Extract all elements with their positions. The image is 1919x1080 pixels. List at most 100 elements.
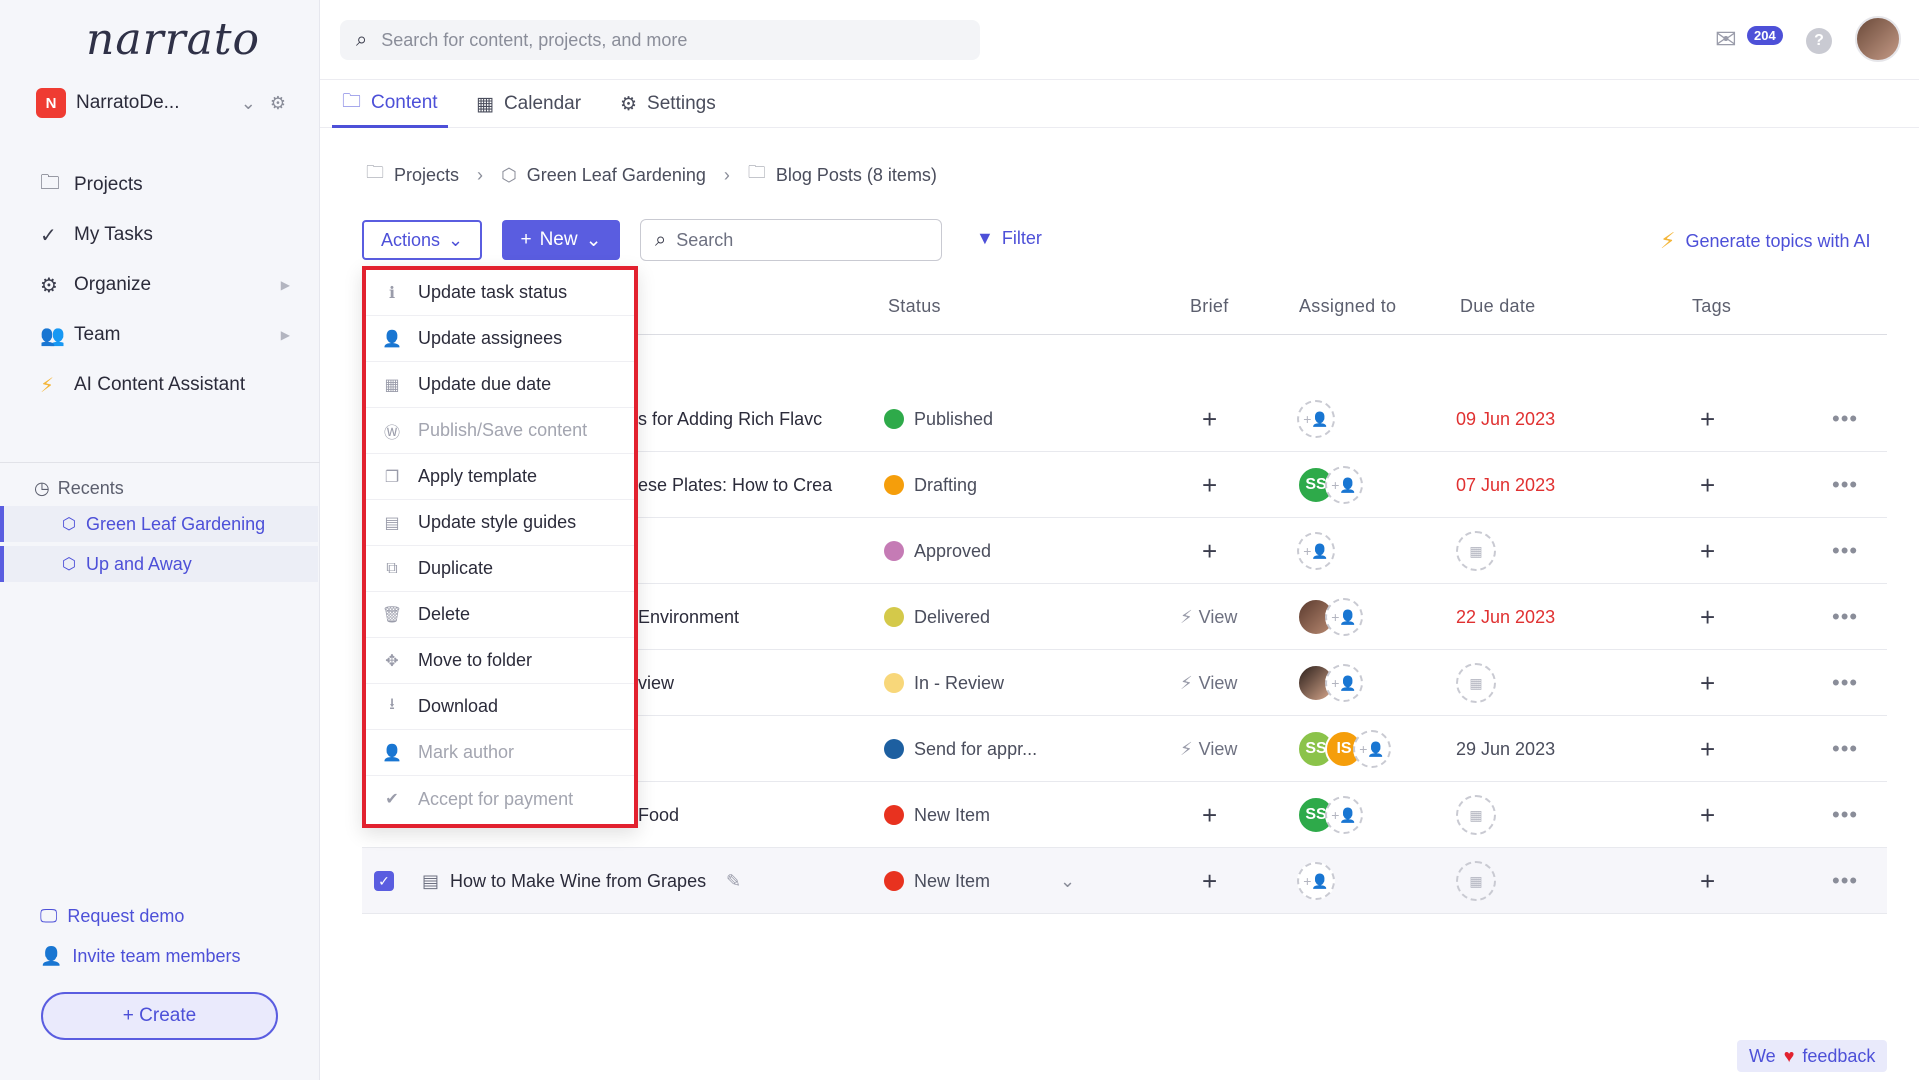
status-label[interactable]: Delivered: [914, 607, 990, 628]
recent-item-up-and-away[interactable]: ⬡ Up and Away: [0, 546, 318, 582]
due-date[interactable]: 07 Jun 2023: [1456, 452, 1555, 518]
menu-item-update-assignees[interactable]: 👤 Update assignees: [366, 316, 634, 362]
add-brief-button[interactable]: +: [1202, 386, 1217, 452]
status-label[interactable]: In - Review: [914, 673, 1004, 694]
menu-item-download[interactable]: ⭳ Download: [366, 684, 634, 730]
mail-icon[interactable]: ✉: [1715, 24, 1737, 55]
more-options-icon[interactable]: •••: [1832, 518, 1858, 584]
recent-item-green-leaf[interactable]: ⬡ Green Leaf Gardening: [0, 506, 318, 542]
menu-item-delete[interactable]: 🗑 Delete: [366, 592, 634, 638]
feedback-button[interactable]: We ♥ feedback: [1737, 1040, 1888, 1072]
sidebar-item-team[interactable]: 👥 Team ▶: [40, 310, 290, 360]
view-brief-link[interactable]: ⚡ View: [1180, 584, 1237, 650]
gear-icon[interactable]: ⚙: [270, 93, 286, 114]
add-tag-button[interactable]: +: [1700, 782, 1715, 848]
content-search-input[interactable]: ⌕ Search: [640, 219, 942, 261]
assign-user-icon[interactable]: +👤: [1297, 400, 1335, 438]
status-label[interactable]: Approved: [914, 541, 991, 562]
more-options-icon[interactable]: •••: [1832, 584, 1858, 650]
assign-user-icon[interactable]: +👤: [1325, 598, 1363, 636]
more-options-icon[interactable]: •••: [1832, 452, 1858, 518]
more-options-icon[interactable]: •••: [1832, 782, 1858, 848]
status-dropdown-icon[interactable]: ⌄: [1060, 848, 1075, 914]
tab-calendar[interactable]: ▦ Calendar: [476, 80, 581, 128]
status-label[interactable]: Drafting: [914, 475, 977, 496]
view-brief-link[interactable]: ⚡ View: [1180, 716, 1237, 782]
add-brief-button[interactable]: +: [1202, 848, 1217, 914]
chevron-down-icon[interactable]: ⌄: [241, 93, 256, 114]
add-tag-button[interactable]: +: [1700, 386, 1715, 452]
sidebar-item-my-tasks[interactable]: ✓ My Tasks: [40, 210, 290, 260]
add-brief-button[interactable]: +: [1202, 518, 1217, 584]
more-options-icon[interactable]: •••: [1832, 716, 1858, 782]
global-search-input[interactable]: ⌕ Search for content, projects, and more: [340, 20, 980, 60]
assign-user-icon[interactable]: +👤: [1297, 862, 1335, 900]
status-label[interactable]: Send for appr...: [914, 739, 1037, 760]
due-date[interactable]: 22 Jun 2023: [1456, 584, 1555, 650]
sidebar-item-projects[interactable]: 🗀 Projects: [40, 160, 290, 210]
feedback-we: We: [1749, 1045, 1776, 1066]
status-label[interactable]: New Item: [914, 871, 990, 892]
menu-item-update-task-status[interactable]: ℹ Update task status: [366, 270, 634, 316]
column-header-assigned[interactable]: Assigned to: [1299, 296, 1396, 317]
assign-user-icon[interactable]: +👤: [1325, 796, 1363, 834]
table-row[interactable]: ✓ ▤ How to Make Wine from Grapes ✎ New I…: [362, 848, 1887, 914]
row-title[interactable]: ese Plates: How to Crea: [638, 452, 832, 518]
invite-members-link[interactable]: 👤 Invite team members: [40, 946, 240, 967]
row-title[interactable]: Food: [638, 782, 679, 848]
assign-user-icon[interactable]: +👤: [1325, 664, 1363, 702]
menu-item-move-to-folder[interactable]: ✥ Move to folder: [366, 638, 634, 684]
generate-topics-button[interactable]: ⚡ Generate topics with AI: [1660, 228, 1871, 254]
add-tag-button[interactable]: +: [1700, 518, 1715, 584]
set-due-date-icon[interactable]: ▦: [1456, 663, 1496, 703]
set-due-date-icon[interactable]: ▦: [1456, 531, 1496, 571]
menu-item-apply-template[interactable]: ❐ Apply template: [366, 454, 634, 500]
row-title[interactable]: s for Adding Rich Flavc: [638, 386, 822, 452]
assign-user-icon[interactable]: +👤: [1297, 532, 1335, 570]
narrato-logo[interactable]: narrato: [86, 14, 260, 65]
add-tag-button[interactable]: +: [1700, 650, 1715, 716]
add-tag-button[interactable]: +: [1700, 584, 1715, 650]
create-button[interactable]: + Create: [41, 992, 278, 1040]
add-tag-button[interactable]: +: [1700, 848, 1715, 914]
actions-button[interactable]: Actions ⌄: [362, 220, 482, 260]
column-header-due[interactable]: Due date: [1460, 296, 1535, 317]
more-options-icon[interactable]: •••: [1832, 386, 1858, 452]
edit-icon[interactable]: ✎: [726, 848, 741, 914]
add-brief-button[interactable]: +: [1202, 452, 1217, 518]
menu-item-update-due-date[interactable]: ▦ Update due date: [366, 362, 634, 408]
more-options-icon[interactable]: •••: [1832, 650, 1858, 716]
add-tag-button[interactable]: +: [1700, 716, 1715, 782]
add-brief-button[interactable]: +: [1202, 782, 1217, 848]
due-date[interactable]: 29 Jun 2023: [1456, 716, 1555, 782]
more-options-icon[interactable]: •••: [1832, 848, 1858, 914]
sidebar-item-organize[interactable]: ⚙ Organize ▶: [40, 260, 290, 310]
add-tag-button[interactable]: +: [1700, 452, 1715, 518]
menu-item-update-style-guides[interactable]: ▤ Update style guides: [366, 500, 634, 546]
tab-settings[interactable]: ⚙ Settings: [620, 80, 716, 128]
view-brief-link[interactable]: ⚡ View: [1180, 650, 1237, 716]
request-demo-link[interactable]: 🖵 Request demo: [40, 906, 184, 927]
menu-item-duplicate[interactable]: ⧉ Duplicate: [366, 546, 634, 592]
row-title[interactable]: view: [638, 650, 674, 716]
row-title[interactable]: Environment: [638, 584, 739, 650]
filter-button[interactable]: ▼ Filter: [976, 228, 1042, 249]
row-checkbox[interactable]: ✓: [374, 871, 394, 891]
assign-user-icon[interactable]: +👤: [1325, 466, 1363, 504]
status-label[interactable]: Published: [914, 409, 993, 430]
breadcrumb-project[interactable]: Green Leaf Gardening: [527, 165, 706, 186]
workspace-switcher[interactable]: N NarratoDe... ⌄ ⚙: [36, 88, 286, 118]
assign-user-icon[interactable]: +👤: [1353, 730, 1391, 768]
tab-content[interactable]: 🗀 Content: [332, 80, 448, 128]
set-due-date-icon[interactable]: ▦: [1456, 795, 1496, 835]
set-due-date-icon[interactable]: ▦: [1456, 861, 1496, 901]
new-button[interactable]: + New ⌄: [502, 220, 620, 260]
due-date[interactable]: 09 Jun 2023: [1456, 386, 1555, 452]
column-header-status[interactable]: Status: [888, 296, 941, 317]
breadcrumb-projects[interactable]: Projects: [394, 165, 459, 186]
status-label[interactable]: New Item: [914, 805, 990, 826]
help-icon[interactable]: ?: [1806, 28, 1832, 54]
sidebar-item-ai-assistant[interactable]: ⚡ AI Content Assistant: [40, 360, 290, 410]
user-avatar[interactable]: [1855, 16, 1901, 62]
row-title[interactable]: How to Make Wine from Grapes: [450, 848, 706, 914]
